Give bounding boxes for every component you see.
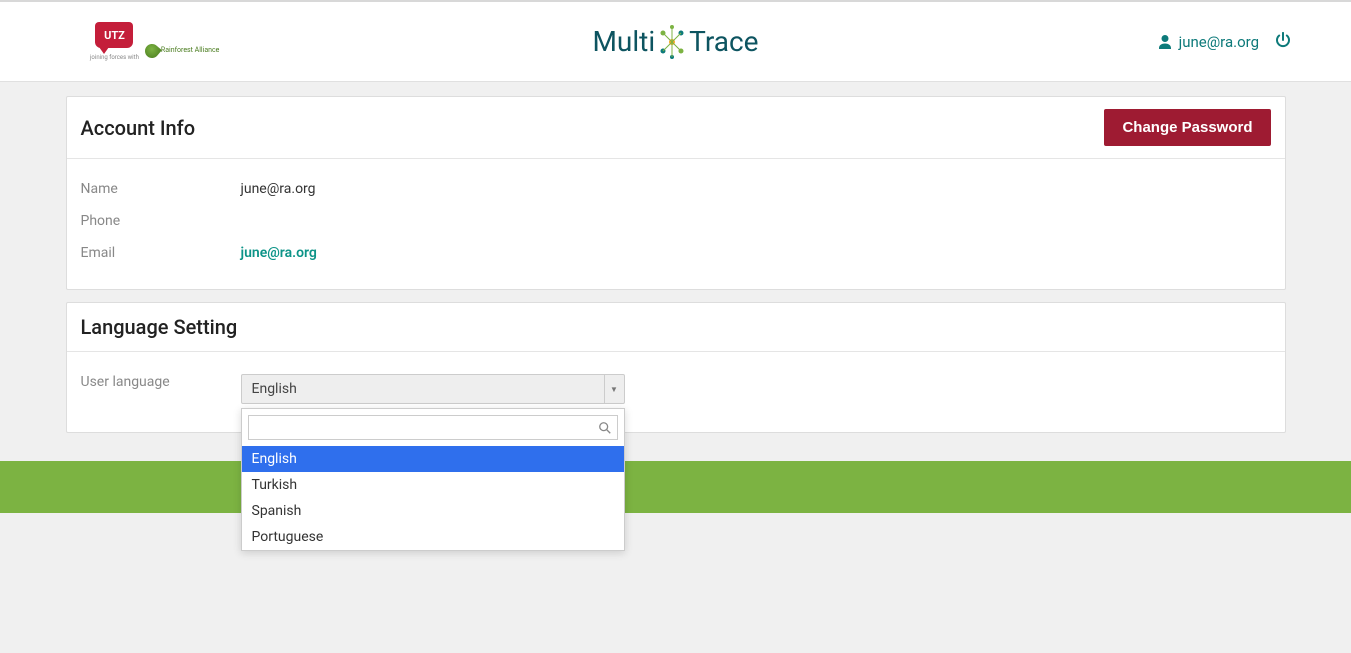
field-row-name: Name june@ra.org (81, 173, 1271, 205)
logo-multi: Multi (592, 25, 655, 58)
language-option[interactable]: Turkish (242, 472, 624, 498)
dropdown-search-wrap (242, 409, 624, 446)
user-icon (1157, 34, 1173, 50)
phone-label: Phone (81, 213, 241, 229)
atom-icon (655, 21, 689, 63)
field-row-phone: Phone (81, 205, 1271, 237)
language-selected-value: English (252, 381, 297, 397)
field-row-user-language: User language English ▼ EnglishTurkishSp… (81, 366, 1271, 412)
rainforest-alliance-logo: Rainforest Alliance (145, 44, 220, 58)
language-setting-title: Language Setting (81, 315, 238, 339)
ra-text: Rainforest Alliance (161, 47, 220, 54)
utz-subtext: joining forces with (90, 54, 139, 61)
user-email-text: june@ra.org (1179, 33, 1259, 51)
chevron-down-icon: ▼ (604, 375, 624, 403)
language-option-list: EnglishTurkishSpanishPortuguese (242, 446, 624, 550)
power-icon (1275, 32, 1291, 48)
below-footer-space (0, 513, 1351, 653)
email-value[interactable]: june@ra.org (241, 245, 317, 261)
user-email-link[interactable]: june@ra.org (1157, 33, 1259, 51)
language-select[interactable]: English ▼ (241, 374, 625, 404)
search-icon (598, 421, 612, 435)
language-option[interactable]: Portuguese (242, 524, 624, 550)
field-row-email: Email june@ra.org (81, 237, 1271, 269)
language-setting-body: User language English ▼ EnglishTurkishSp… (67, 352, 1285, 432)
language-setting-header: Language Setting (67, 303, 1285, 352)
app-header: UTZ joining forces with Rainforest Allia… (0, 0, 1351, 82)
multitrace-logo: Multi Trace (592, 21, 758, 63)
name-label: Name (81, 181, 241, 197)
change-password-button[interactable]: Change Password (1104, 109, 1270, 146)
logout-button[interactable] (1275, 32, 1291, 52)
name-value: june@ra.org (241, 181, 316, 197)
utz-logo: UTZ joining forces with (90, 22, 139, 61)
user-language-label: User language (81, 374, 241, 390)
language-select-wrap: English ▼ EnglishTurkishSpanishPortugues… (241, 374, 625, 404)
email-label: Email (81, 245, 241, 261)
account-info-body: Name june@ra.org Phone Email june@ra.org (67, 159, 1285, 289)
logo-area: UTZ joining forces with Rainforest Allia… (20, 22, 219, 61)
footer-bar (0, 461, 1351, 513)
language-option[interactable]: Spanish (242, 498, 624, 524)
language-search-input[interactable] (248, 415, 618, 440)
language-dropdown: EnglishTurkishSpanishPortuguese (241, 408, 625, 551)
utz-flag-icon: UTZ (95, 22, 133, 48)
header-right: june@ra.org (1157, 32, 1331, 52)
logo-trace: Trace (689, 25, 758, 58)
language-option[interactable]: English (242, 446, 624, 472)
account-info-title: Account Info (81, 116, 196, 140)
leaf-icon (142, 41, 162, 61)
language-setting-card: Language Setting User language English ▼ (66, 302, 1286, 433)
account-info-header: Account Info Change Password (67, 97, 1285, 159)
account-info-card: Account Info Change Password Name june@r… (66, 96, 1286, 290)
main-content: Account Info Change Password Name june@r… (66, 82, 1286, 433)
